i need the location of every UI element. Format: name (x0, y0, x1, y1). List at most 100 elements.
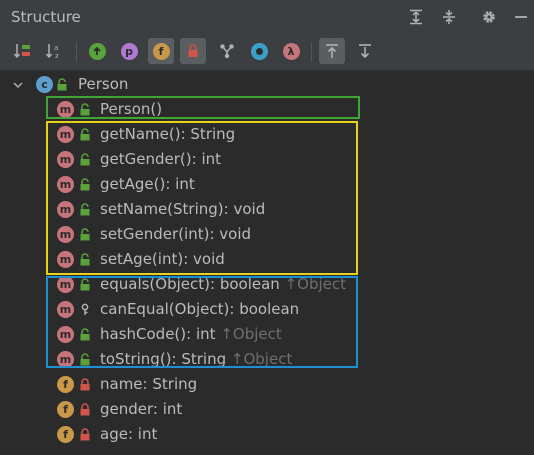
method-signature: setGender(int): void (100, 225, 251, 244)
member-type: : void (209, 225, 252, 243)
show-lambdas-button[interactable]: λ (278, 38, 304, 64)
member-name: equals(Object) (100, 275, 210, 293)
minimize-icon[interactable] (511, 7, 531, 27)
sort-alphabetically-button[interactable]: a z (42, 38, 68, 64)
structure-tool-window: Structure a z p f λ c Person m Person() … (0, 0, 534, 455)
member-type: : String (142, 375, 198, 393)
show-fields-button[interactable]: f (148, 38, 174, 64)
field-row[interactable]: f gender: int (0, 397, 534, 422)
member-name: gender (100, 400, 153, 418)
member-name: setAge(int) (100, 250, 184, 268)
method-icon: m (57, 176, 74, 193)
method-icon: m (57, 326, 74, 343)
anonymous-class-icon (250, 42, 268, 60)
method-row[interactable]: m setName(String): void (0, 197, 534, 222)
field-icon: f (57, 401, 74, 418)
member-type: : int (186, 325, 216, 343)
scroll-to-source-icon (326, 44, 338, 58)
field-icon: f (57, 376, 74, 393)
public-unlocked-icon (80, 278, 90, 291)
member-name: setGender(int) (100, 225, 210, 243)
member-type: : void (183, 250, 225, 268)
method-row[interactable]: m getName(): String (0, 122, 534, 147)
tool-window-header: Structure (0, 0, 534, 34)
protected-key-icon (81, 303, 89, 315)
member-name: toString() (100, 350, 172, 368)
member-name: canEqual(Object) (100, 300, 230, 318)
method-icon: m (57, 226, 74, 243)
show-non-public-button[interactable] (180, 38, 206, 64)
method-signature: getName(): String (100, 125, 235, 144)
gear-icon[interactable] (479, 7, 499, 27)
lock-icon (188, 44, 198, 57)
unlocked-icon (57, 78, 67, 91)
method-icon: m (57, 301, 74, 318)
public-unlocked-icon (80, 228, 90, 241)
method-signature: getGender(): int (100, 150, 221, 169)
chevron-down-icon[interactable] (12, 79, 24, 91)
expand-all-icon[interactable] (406, 7, 426, 27)
method-signature: Person() (100, 100, 162, 119)
method-row[interactable]: m Person() (0, 97, 534, 122)
show-inherited-button[interactable] (84, 38, 110, 64)
collapse-all-icon[interactable] (439, 7, 459, 27)
field-signature: name: String (100, 375, 197, 394)
show-implemented-interfaces-button[interactable] (214, 38, 240, 64)
structure-toolbar: a z p f λ (0, 34, 534, 71)
sort-by-visibility-button[interactable] (10, 38, 36, 64)
inherited-from-label: ↑Object (220, 325, 282, 343)
method-icon: m (57, 251, 74, 268)
member-type: : boolean (210, 275, 280, 293)
inherited-icon (88, 42, 106, 60)
autoscroll-to-source-button[interactable] (319, 38, 345, 64)
method-row[interactable]: m equals(Object): boolean ↑Object (0, 272, 534, 297)
show-properties-button[interactable]: p (116, 38, 142, 64)
private-lock-icon (80, 403, 90, 416)
method-icon: m (57, 126, 74, 143)
member-type: : String (171, 350, 227, 368)
member-type: : int (165, 175, 195, 193)
member-type: : void (223, 200, 266, 218)
svg-text:z: z (55, 52, 59, 60)
method-row[interactable]: m setGender(int): void (0, 222, 534, 247)
public-unlocked-icon (80, 253, 90, 266)
method-row[interactable]: m getGender(): int (0, 147, 534, 172)
class-name: Person (78, 75, 129, 93)
member-type: : boolean (229, 300, 300, 318)
structure-tree: c Person m Person() m getName(): String m get… (0, 71, 534, 455)
member-name: age (100, 425, 128, 443)
method-signature: toString(): String ↑Object (100, 350, 292, 369)
tree-root-row[interactable]: c Person (0, 72, 534, 97)
member-name: getGender() (100, 150, 192, 168)
member-name: hashCode() (100, 325, 187, 343)
member-type: : int (152, 400, 183, 418)
inherited-from-label: ↑Object (230, 350, 293, 368)
member-name: getName() (100, 125, 181, 143)
private-lock-icon (80, 428, 90, 441)
method-row[interactable]: m setAge(int): void (0, 247, 534, 272)
method-icon: m (57, 201, 74, 218)
field-icon: f (57, 426, 74, 443)
field-row[interactable]: f age: int (0, 422, 534, 447)
method-signature: canEqual(Object): boolean (100, 300, 299, 319)
member-type: : String (180, 125, 236, 143)
method-row[interactable]: m hashCode(): int ↑Object (0, 322, 534, 347)
public-unlocked-icon (80, 328, 90, 341)
method-signature: equals(Object): boolean ↑Object (100, 275, 346, 294)
autoscroll-from-source-button[interactable] (352, 38, 378, 64)
method-icon: m (57, 276, 74, 293)
field-signature: age: int (100, 425, 157, 444)
sort-visibility-icon (13, 44, 30, 59)
member-type: : int (127, 425, 158, 443)
public-unlocked-icon (80, 203, 90, 216)
field-signature: gender: int (100, 400, 182, 419)
show-anonymous-classes-button[interactable] (246, 38, 272, 64)
method-row[interactable]: m canEqual(Object): boolean (0, 297, 534, 322)
public-unlocked-icon (80, 128, 90, 141)
method-row[interactable]: m toString(): String ↑Object (0, 347, 534, 372)
field-row[interactable]: f name: String (0, 372, 534, 397)
toolbar-separator (311, 42, 312, 62)
method-row[interactable]: m getAge(): int (0, 172, 534, 197)
panel-title: Structure (11, 8, 81, 26)
property-icon: p (120, 42, 138, 60)
